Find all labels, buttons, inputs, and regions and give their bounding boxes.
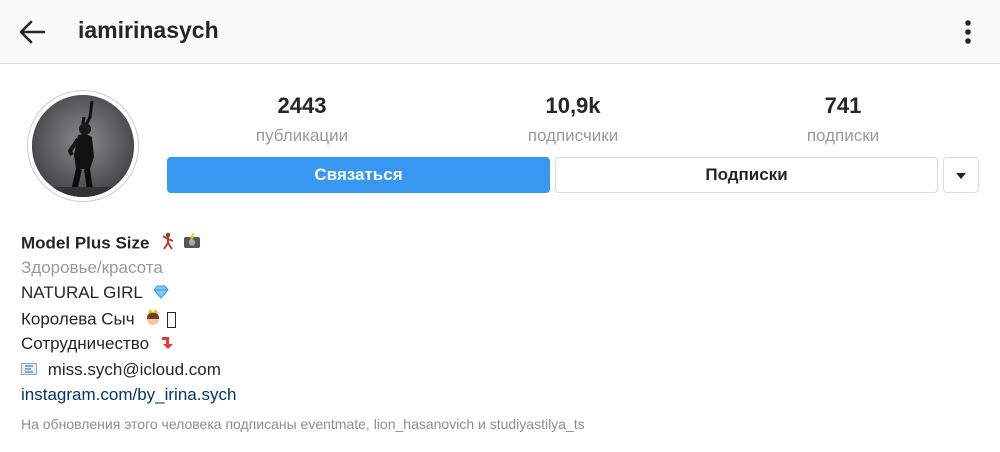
- following-button[interactable]: Подписки: [555, 157, 938, 193]
- profile-username: iamirinasych: [78, 17, 219, 43]
- following-stat[interactable]: 741 подписки: [743, 92, 943, 148]
- dancer-emoji-icon: [160, 232, 176, 256]
- bio-website-link[interactable]: instagram.com/by_irina.sych: [21, 384, 236, 406]
- bio-line: Сотрудничество: [21, 333, 176, 356]
- contact-button[interactable]: Связаться: [167, 157, 550, 193]
- bio-line-text: Сотрудничество: [21, 334, 150, 353]
- caret-down-icon: [956, 173, 966, 179]
- unknown-glyph-icon: [167, 312, 177, 328]
- back-button[interactable]: [14, 14, 50, 50]
- suggested-dropdown-button[interactable]: [943, 157, 979, 193]
- more-options-button[interactable]: [954, 14, 982, 50]
- bio-email-line: miss.sych@icloud.com: [21, 359, 221, 382]
- bio-line: Королева Сыч: [21, 308, 177, 332]
- bio-line: NATURAL GIRL: [21, 282, 169, 305]
- more-vertical-icon: [965, 20, 971, 44]
- arrow-left-icon: [19, 20, 46, 44]
- email-emoji-icon: [21, 360, 37, 382]
- gem-emoji-icon: [153, 283, 169, 305]
- followers-label: подписчики: [527, 126, 619, 145]
- followers-stat[interactable]: 10,9k подписчики: [473, 92, 673, 148]
- top-app-bar: iamirinasych: [0, 0, 1000, 64]
- arrow-down-red-emoji-icon: [160, 334, 176, 356]
- followed-by-text[interactable]: На обновления этого человека подписаны e…: [21, 413, 585, 435]
- bio-line-text: NATURAL GIRL: [21, 283, 143, 302]
- bio-name: Model Plus Size: [21, 232, 201, 256]
- bio-category: Здоровье/красота: [21, 258, 163, 277]
- following-count: 741: [824, 93, 862, 118]
- camera-flash-emoji-icon: [183, 232, 201, 255]
- posts-label: публикации: [255, 126, 349, 145]
- profile-photo: [32, 95, 134, 197]
- posts-stat[interactable]: 2443 публикации: [202, 92, 402, 148]
- bio-name-text: Model Plus Size: [21, 233, 150, 253]
- bio-email: miss.sych@icloud.com: [47, 360, 221, 379]
- followers-count: 10,9k: [545, 93, 601, 118]
- following-label: подписки: [806, 126, 880, 145]
- princess-emoji-icon: [145, 308, 161, 332]
- posts-count: 2443: [277, 93, 327, 118]
- bio-line-text: Королева Сыч: [21, 309, 135, 329]
- avatar[interactable]: [27, 90, 139, 202]
